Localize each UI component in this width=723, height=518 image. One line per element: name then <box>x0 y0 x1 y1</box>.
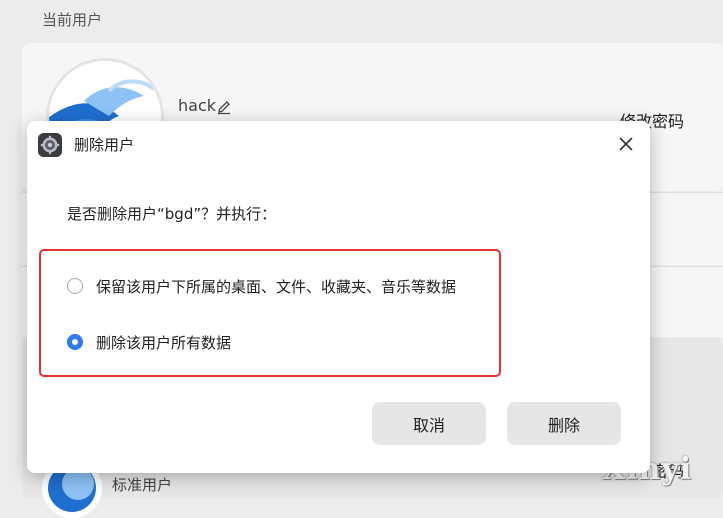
section-title: 当前用户 <box>42 11 103 29</box>
close-icon[interactable] <box>615 133 637 155</box>
highlight-annotation <box>39 249 501 377</box>
dialog-question: 是否删除用户“bgd”？并执行： <box>67 205 277 223</box>
cancel-button[interactable]: 取消 <box>372 402 486 445</box>
radio-button[interactable] <box>67 334 83 350</box>
current-username: hack <box>178 96 217 115</box>
radio-keep-data[interactable]: 保留该用户下所属的桌面、文件、收藏夹、音乐等数据 <box>67 275 456 297</box>
settings-icon <box>38 133 62 157</box>
pencil-icon[interactable] <box>216 99 232 115</box>
delete-user-dialog: 删除用户 是否删除用户“bgd”？并执行： 保留该用户下所属的桌面、文件、收藏夹… <box>27 121 650 473</box>
radio-delete-data[interactable]: 删除该用户所有数据 <box>67 331 231 353</box>
delete-button[interactable]: 删除 <box>507 402 621 445</box>
radio-button[interactable] <box>67 278 83 294</box>
dialog-title: 删除用户 <box>74 136 135 154</box>
radio-label: 保留该用户下所属的桌面、文件、收藏夹、音乐等数据 <box>96 277 457 296</box>
radio-label: 删除该用户所有数据 <box>96 333 232 352</box>
user-role-label: 标准用户 <box>112 476 173 494</box>
